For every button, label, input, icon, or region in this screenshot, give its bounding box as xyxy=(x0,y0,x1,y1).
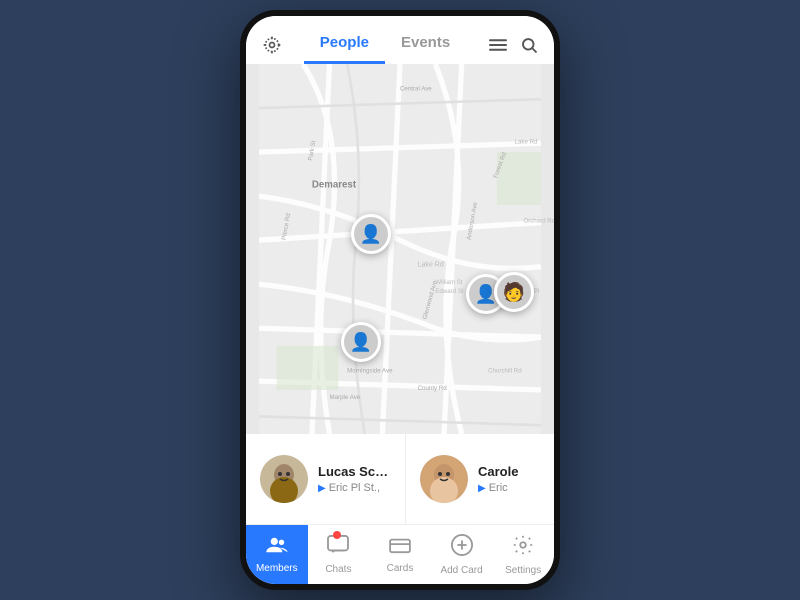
nav-cards[interactable]: Cards xyxy=(369,525,431,584)
svg-text:Edward St: Edward St xyxy=(435,288,464,295)
svg-text:William St: William St xyxy=(435,279,463,286)
svg-text:Churchill Rd: Churchill Rd xyxy=(488,367,522,374)
nav-add-card[interactable]: Add Card xyxy=(431,525,493,584)
nav-chats[interactable]: Chats xyxy=(308,525,370,584)
menu-button[interactable] xyxy=(488,37,508,53)
svg-text:Orchard Rd: Orchard Rd xyxy=(523,218,554,225)
person-name-2: Carole xyxy=(478,464,551,479)
map-pin-3[interactable]: 🧑 xyxy=(494,272,534,312)
tab-people[interactable]: People xyxy=(304,26,385,64)
person-location-2: ▶ Eric xyxy=(478,482,551,494)
tabs: People Events xyxy=(304,26,466,64)
svg-text:Demarest: Demarest xyxy=(312,179,357,190)
phone-frame: People Events xyxy=(240,10,560,590)
tab-events[interactable]: Events xyxy=(385,26,466,64)
person-name-1: Lucas Schultz xyxy=(318,464,391,479)
left-icons xyxy=(262,35,282,55)
svg-text:Morningside Ave: Morningside Ave xyxy=(347,367,393,374)
person-info-1: Lucas Schultz ▶ Eric Pl St., xyxy=(318,464,391,494)
person-avatar-2 xyxy=(420,455,468,503)
svg-text:County Rd: County Rd xyxy=(418,385,448,392)
person-card-1[interactable]: Lucas Schultz ▶ Eric Pl St., xyxy=(246,434,406,524)
phone-screen: People Events xyxy=(246,16,554,584)
nav-settings[interactable]: Settings xyxy=(492,525,554,584)
person-location-1: ▶ Eric Pl St., xyxy=(318,482,391,494)
nav-settings-label: Settings xyxy=(505,565,541,576)
nav-cards-label: Cards xyxy=(387,563,414,574)
right-icons xyxy=(488,36,538,54)
person-avatar-1 xyxy=(260,455,308,503)
map-area[interactable]: Forest Rd Park St Central Ave Pierce Rd … xyxy=(246,64,554,434)
people-strip: Lucas Schultz ▶ Eric Pl St., xyxy=(246,434,554,524)
nav-chats-label: Chats xyxy=(325,564,351,575)
svg-text:Central Ave: Central Ave xyxy=(400,85,432,92)
add-card-icon xyxy=(451,534,473,562)
nav-add-card-label: Add Card xyxy=(440,565,482,576)
members-icon xyxy=(266,536,288,560)
settings-icon xyxy=(512,534,534,562)
person-card-2[interactable]: Carole ▶ Eric xyxy=(406,434,554,524)
bottom-nav: Members Chats xyxy=(246,524,554,584)
svg-text:Lake Rd: Lake Rd xyxy=(515,138,539,145)
cards-icon xyxy=(389,536,411,560)
svg-text:Marple Ave: Marple Ave xyxy=(330,394,361,401)
location-icon-1: ▶ xyxy=(318,483,326,494)
map-pin-1[interactable]: 👤 xyxy=(351,214,391,254)
nav-members[interactable]: Members xyxy=(246,525,308,584)
location-button[interactable] xyxy=(262,35,282,55)
location-icon-2: ▶ xyxy=(478,483,486,494)
person-info-2: Carole ▶ Eric xyxy=(478,464,551,494)
top-bar: People Events xyxy=(246,16,554,64)
nav-members-label: Members xyxy=(256,563,298,574)
svg-text:Lake Rd: Lake Rd xyxy=(418,262,444,269)
map-pin-4[interactable]: 👤 xyxy=(341,322,381,362)
search-button[interactable] xyxy=(520,36,538,54)
